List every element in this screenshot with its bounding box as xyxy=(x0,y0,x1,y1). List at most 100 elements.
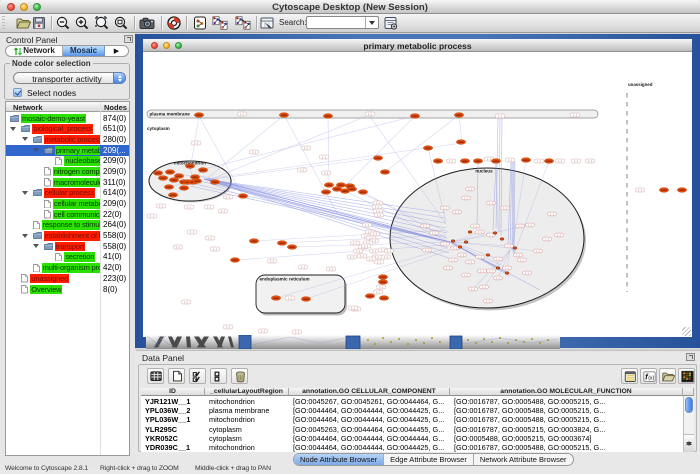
network-node-small[interactable] xyxy=(468,231,472,234)
tree-row[interactable]: response to stimulus264(0) xyxy=(6,220,129,231)
table-cell-id[interactable]: YLR295C xyxy=(145,425,203,434)
table-cell-id[interactable]: YPL036W__1 xyxy=(145,415,203,424)
table-cell-mf[interactable]: [GO:0016787, GO:0005488, GO:0005215, G..… xyxy=(454,443,681,452)
tree-row[interactable]: macromolecule311(0) xyxy=(6,177,129,188)
tree-row[interactable]: nucleobase-containing209(0) xyxy=(6,156,129,167)
search-input[interactable] xyxy=(306,16,379,29)
tab-network[interactable]: Network xyxy=(6,46,63,56)
select-attributes-button[interactable] xyxy=(189,368,206,384)
tree-row[interactable]: primary metabolic process209(... xyxy=(6,145,129,156)
tree-row[interactable]: transport558(0) xyxy=(6,241,129,252)
tree-row[interactable]: metabolic process280(0) xyxy=(6,134,129,145)
network-node-small[interactable] xyxy=(513,247,517,250)
function-builder-button[interactable]: f(x) xyxy=(640,368,657,384)
attribute-list-button[interactable] xyxy=(621,368,638,384)
table-cell-region[interactable]: mitochondrion xyxy=(209,443,287,452)
table-header-cell[interactable]: annotation.GO CELLULAR_COMPONENT xyxy=(289,388,450,396)
network-node-small[interactable] xyxy=(451,240,455,243)
zoom-selected-icon[interactable] xyxy=(94,15,110,31)
network-node-small[interactable] xyxy=(496,267,500,270)
app-titlebar[interactable]: Cytoscape Desktop (New Session) xyxy=(0,0,700,14)
browser-tab[interactable]: Network Attribute Browser xyxy=(474,454,573,465)
unselect-attributes-button[interactable] xyxy=(210,368,227,384)
scrollbar-buttons[interactable] xyxy=(684,434,694,452)
tree-row[interactable]: secretion41(0) xyxy=(6,252,129,263)
open-folder-icon[interactable] xyxy=(15,15,31,31)
network-edge[interactable] xyxy=(206,158,378,180)
table-cell-mf[interactable]: [GO:0016787, GO:0005488, GO:0005215, G..… xyxy=(454,406,681,415)
network-node-small[interactable] xyxy=(464,241,468,244)
copy-network-icon[interactable] xyxy=(212,15,230,31)
import-attributes-icon[interactable] xyxy=(259,15,275,31)
tree-expand-arrow[interactable] xyxy=(22,234,28,241)
tree-row[interactable]: biological_process651(0) xyxy=(6,124,129,135)
table-cell-id[interactable]: YPL036W__2 xyxy=(145,406,203,415)
toolbar-drag-handle[interactable] xyxy=(2,16,5,30)
table-cell-cc[interactable]: [GO:0044464, GO:0044444, GO:0044444, G..… xyxy=(293,434,448,443)
table-cell-mf[interactable]: [GO:0016787, GO:0005488, GO:0005215, G..… xyxy=(454,397,681,406)
tree-expand-arrow[interactable] xyxy=(22,191,28,198)
search-dropdown-arrow[interactable] xyxy=(365,17,379,28)
table-cell-cc[interactable]: [GO:0045267, GO:0045261, GO:0044464, G..… xyxy=(293,397,448,406)
network-node-small[interactable] xyxy=(500,238,504,241)
table-cell-cc[interactable]: [GO:0044464, GO:0044444, GO:0044425, G..… xyxy=(293,415,448,424)
network-edge[interactable] xyxy=(208,115,284,178)
table-cell-region[interactable]: mitochondrion xyxy=(209,415,287,424)
table-header-cell[interactable]: ID xyxy=(141,388,205,396)
table-cell-cc[interactable]: [GO:0044464, GO:0044444, GO:0044425, G..… xyxy=(293,406,448,415)
resize-grip[interactable] xyxy=(682,327,691,336)
table-header-cell[interactable]: _cellularLayoutRegion xyxy=(205,388,289,396)
table-cell-mf[interactable]: [GO:0005488, GO:0005215, GO:0003674] xyxy=(454,434,681,443)
table-cell-cc[interactable]: [GO:0045263, GO:0044464, GO:0044455, G..… xyxy=(293,425,448,434)
table-scrollbar[interactable] xyxy=(683,396,694,452)
delete-attribute-button[interactable] xyxy=(231,368,248,384)
network-window-titlebar[interactable]: primary metabolic process xyxy=(143,39,692,52)
combobox-stepper-icon[interactable] xyxy=(113,72,126,84)
tree-row[interactable]: establishment of loc558(0) xyxy=(6,231,129,242)
browser-tab[interactable]: Node Attribute Browser xyxy=(294,454,384,465)
tab-overflow-arrow[interactable]: ▶ xyxy=(105,46,128,56)
new-network-icon[interactable] xyxy=(192,15,208,31)
network-node-small[interactable] xyxy=(505,272,509,275)
float-panel-icon[interactable] xyxy=(686,353,695,361)
network-edge[interactable] xyxy=(200,116,415,170)
table-cell-region[interactable]: plasma membrane xyxy=(209,406,287,415)
save-icon[interactable] xyxy=(31,15,47,31)
tree-row[interactable]: cell communication22(0) xyxy=(6,209,129,220)
copy-network-icon-2[interactable] xyxy=(235,15,253,31)
tree-row[interactable]: multi-organism proc42(0) xyxy=(6,263,129,274)
network-node-small[interactable] xyxy=(486,254,490,257)
snapshot-icon[interactable] xyxy=(139,15,155,31)
tree-expand-arrow[interactable] xyxy=(33,244,39,251)
node-color-combobox[interactable]: transporter activity xyxy=(13,72,126,84)
table-cell-id[interactable]: YJR121W__1 xyxy=(145,397,203,406)
select-nodes-checkbox[interactable] xyxy=(13,88,22,97)
configure-search-icon[interactable] xyxy=(383,15,399,31)
table-cell-cc[interactable]: [GO:0044464, GO:0044444, GO:0044425, G..… xyxy=(293,443,448,452)
tree-expand-arrow[interactable] xyxy=(10,127,16,134)
zoom-in-icon[interactable] xyxy=(74,15,90,31)
zoom-fit-icon[interactable] xyxy=(113,15,129,31)
table-cell-id[interactable]: YKR052C xyxy=(145,434,203,443)
tree-row[interactable]: nitrogen compound209(0) xyxy=(6,166,129,177)
tree-expand-arrow[interactable] xyxy=(33,148,39,155)
network-node-small[interactable] xyxy=(458,246,462,249)
browser-tab[interactable]: Edge Attribute Browser xyxy=(384,454,474,465)
tree-expand-arrow[interactable] xyxy=(22,137,28,144)
tab-mosaic[interactable]: Mosaic xyxy=(63,46,105,56)
table-cell-mf[interactable]: [GO:0016787, GO:0005215, GO:0003824, G..… xyxy=(454,425,681,434)
attribute-table[interactable]: ID_cellularLayoutRegionannotation.GO CEL… xyxy=(141,388,694,452)
tree-col-network[interactable]: Network xyxy=(13,103,43,112)
heatmap-view-button[interactable] xyxy=(678,368,695,384)
table-cell-region[interactable]: cytoplasm xyxy=(209,434,287,443)
tree-row[interactable]: unassigned223(0) xyxy=(6,273,129,284)
destroy-network-icon[interactable] xyxy=(166,15,182,31)
table-cell-region[interactable]: cytoplasm xyxy=(209,425,287,434)
attribute-grid-button[interactable] xyxy=(147,368,164,384)
tree-row[interactable]: cellular metabolic209(0) xyxy=(6,199,129,210)
table-header-cell[interactable]: annotation.GO MOLECULAR_FUNCTION xyxy=(450,388,683,396)
table-cell-mf[interactable]: [GO:0016787, GO:0005488, GO:0005215, G..… xyxy=(454,415,681,424)
tree-row[interactable]: mosaic-demo-yeast874(0) xyxy=(6,113,129,124)
tree-row[interactable]: cellular process614(0) xyxy=(6,188,129,199)
network-view-window[interactable]: primary metabolic process plasma membran… xyxy=(135,34,700,348)
